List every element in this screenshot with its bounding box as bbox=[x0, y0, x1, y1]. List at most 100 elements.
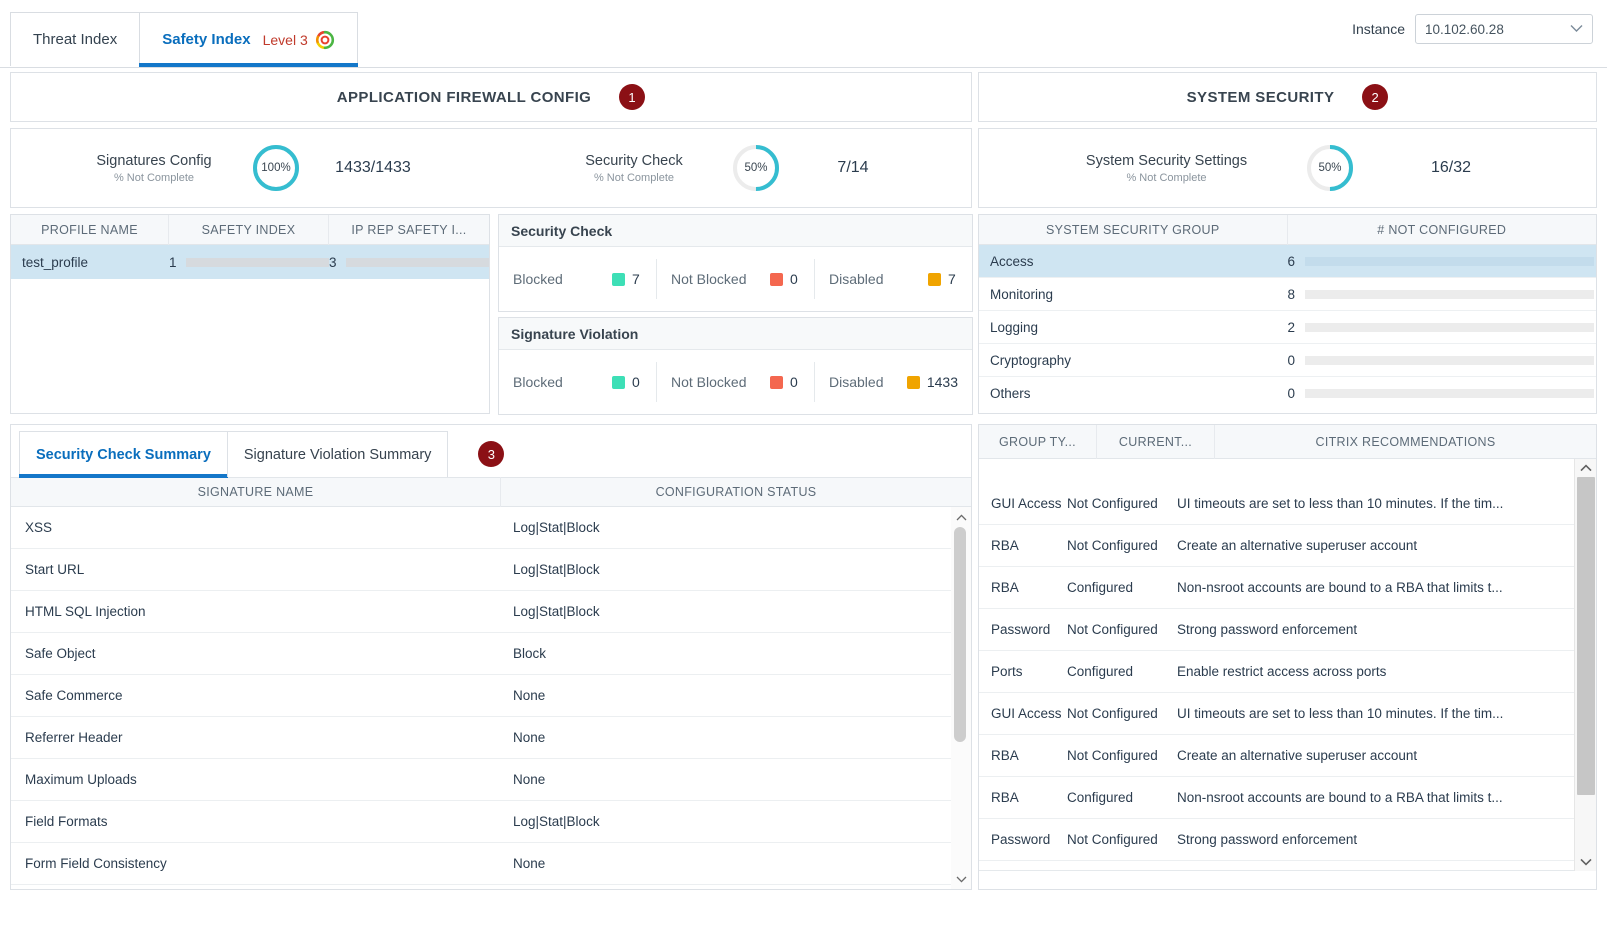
table-row[interactable]: RBA Not Configured Create an alternative… bbox=[979, 525, 1574, 567]
table-row[interactable]: Password Not Configured Strong password … bbox=[979, 609, 1574, 651]
table-row[interactable]: Safe Object Block bbox=[11, 633, 971, 675]
scroll-up-arrow-icon[interactable] bbox=[1575, 459, 1597, 477]
rec-group-type: GUI Access bbox=[979, 496, 1067, 511]
ssg-row-bar bbox=[1305, 356, 1595, 365]
disabled-color-swatch-icon bbox=[907, 376, 920, 389]
signature-violation-disabled-value-group: 1433 bbox=[907, 374, 958, 390]
table-row[interactable]: Cryptography 0 bbox=[979, 344, 1596, 377]
signature-name: Field Formats bbox=[11, 814, 501, 829]
recommendations-scroll-track[interactable] bbox=[1575, 477, 1597, 853]
table-row[interactable]: RBA Not Configured Create an alternative… bbox=[979, 735, 1574, 777]
signature-table-scrollbar[interactable] bbox=[951, 507, 971, 889]
citrix-recommendations-panel: GROUP TY... CURRENT... CITRIX RECOMMENDA… bbox=[978, 424, 1597, 890]
signature-col-config-status[interactable]: CONFIGURATION STATUS bbox=[501, 477, 971, 507]
signature-table-body: XSS Log|Stat|Block Start URL Log|Stat|Bl… bbox=[11, 507, 971, 889]
rec-group-type: RBA bbox=[979, 580, 1067, 595]
signature-table-header: SIGNATURE NAME CONFIGURATION STATUS bbox=[11, 477, 971, 507]
table-row[interactable]: RBA Configured Non-nsroot accounts are b… bbox=[979, 777, 1574, 819]
profile-table: PROFILE NAME SAFETY INDEX IP REP SAFETY … bbox=[10, 214, 490, 414]
kpi-signatures-config-pct: 100% bbox=[250, 142, 302, 194]
table-row[interactable]: RBA Configured Non-nsroot accounts are b… bbox=[979, 567, 1574, 609]
rec-col-group-type[interactable]: GROUP TY... bbox=[979, 425, 1097, 459]
application-firewall-kpi-row: Signatures Config % Not Complete 100% 14… bbox=[10, 128, 972, 208]
table-row[interactable]: Others 0 bbox=[979, 377, 1596, 410]
scroll-down-arrow-icon[interactable] bbox=[1575, 853, 1597, 871]
rec-current-status: Not Configured bbox=[1067, 496, 1177, 511]
table-row[interactable]: Maximum Uploads None bbox=[11, 759, 971, 801]
signature-violation-not-blocked: Not Blocked 0 bbox=[657, 362, 815, 402]
table-row[interactable]: GUI Access Not Configured UI timeouts ar… bbox=[979, 483, 1574, 525]
table-row[interactable]: Logging 2 bbox=[979, 311, 1596, 344]
tab-threat-index[interactable]: Threat Index bbox=[10, 12, 140, 66]
table-row[interactable]: Access 6 bbox=[979, 245, 1596, 278]
kpi-security-check-name: Security Check bbox=[554, 153, 714, 169]
system-security-panel-header: SYSTEM SECURITY 2 bbox=[978, 72, 1597, 122]
instance-selector-group: Instance 10.102.60.28 bbox=[1352, 14, 1593, 44]
security-check-disabled-label: Disabled bbox=[829, 271, 883, 287]
signature-violation-not-blocked-label: Not Blocked bbox=[671, 374, 746, 390]
rec-recommendation: UI timeouts are set to less than 10 minu… bbox=[1177, 706, 1574, 721]
table-row[interactable]: Referrer Header None bbox=[11, 717, 971, 759]
signature-scroll-thumb[interactable] bbox=[954, 527, 966, 742]
panel-badge-3: 3 bbox=[478, 441, 504, 467]
profile-col-ip-rep-safety-index[interactable]: IP REP SAFETY I... bbox=[329, 215, 489, 245]
kpi-system-security-settings-fraction: 16/32 bbox=[1396, 159, 1506, 177]
signature-col-name[interactable]: SIGNATURE NAME bbox=[11, 477, 501, 507]
signature-scroll-track[interactable] bbox=[951, 527, 971, 869]
signature-config-status: Block bbox=[501, 646, 971, 661]
scroll-up-arrow-icon[interactable] bbox=[951, 507, 971, 527]
profile-table-header: PROFILE NAME SAFETY INDEX IP REP SAFETY … bbox=[11, 215, 489, 245]
tab-security-check-summary-label: Security Check Summary bbox=[36, 447, 211, 463]
ssg-row-bar bbox=[1305, 389, 1595, 398]
not-blocked-color-swatch-icon bbox=[770, 273, 783, 286]
rec-current-status: Configured bbox=[1067, 580, 1177, 595]
ssg-row-count: 2 bbox=[1288, 320, 1301, 335]
security-check-not-blocked-value: 0 bbox=[790, 271, 800, 287]
profile-col-safety-index[interactable]: SAFETY INDEX bbox=[169, 215, 329, 245]
recommendations-scrollbar[interactable] bbox=[1574, 459, 1596, 871]
tab-signature-violation-summary[interactable]: Signature Violation Summary bbox=[227, 431, 449, 477]
recommendations-table-header: GROUP TY... CURRENT... CITRIX RECOMMENDA… bbox=[979, 425, 1596, 459]
signature-name: HTML SQL Injection bbox=[11, 604, 501, 619]
security-check-blocked-value: 7 bbox=[632, 271, 642, 287]
rec-col-current-status[interactable]: CURRENT... bbox=[1097, 425, 1215, 459]
security-check-blocked-value-group: 7 bbox=[612, 271, 642, 287]
chevron-down-icon bbox=[1570, 22, 1583, 36]
kpi-signatures-config-fraction: 1433/1433 bbox=[318, 159, 428, 177]
signature-name: Safe Object bbox=[11, 646, 501, 661]
tab-security-check-summary[interactable]: Security Check Summary bbox=[19, 431, 228, 477]
rec-col-citrix-recommendations[interactable]: CITRIX RECOMMENDATIONS bbox=[1215, 425, 1596, 459]
table-row[interactable]: Safe Commerce None bbox=[11, 675, 971, 717]
security-check-box-body: Blocked 7 Not Blocked 0 Disabled 7 bbox=[499, 247, 972, 311]
ssg-col-not-configured[interactable]: # NOT CONFIGURED bbox=[1288, 215, 1597, 245]
safety-index-dashboard: Threat Index Safety Index Level 3 Instan… bbox=[0, 0, 1607, 925]
ssg-col-group[interactable]: SYSTEM SECURITY GROUP bbox=[979, 215, 1288, 245]
table-row[interactable]: test_profile 1 3 bbox=[11, 245, 489, 279]
table-row[interactable]: HTML SQL Injection Log|Stat|Block bbox=[11, 591, 971, 633]
table-row[interactable]: GUI Access Not Configured UI timeouts ar… bbox=[979, 693, 1574, 735]
profile-col-name[interactable]: PROFILE NAME bbox=[11, 215, 169, 245]
table-row[interactable]: Monitoring 8 bbox=[979, 278, 1596, 311]
table-row[interactable]: Form Field Consistency None bbox=[11, 843, 971, 885]
table-row[interactable]: Password Not Configured Strong password … bbox=[979, 819, 1574, 861]
rec-recommendation: Create an alternative superuser account bbox=[1177, 748, 1574, 763]
rec-recommendation: Enable restrict access across ports bbox=[1177, 664, 1574, 679]
table-row[interactable]: Start URL Log|Stat|Block bbox=[11, 549, 971, 591]
kpi-security-check-pct: 50% bbox=[730, 142, 782, 194]
table-row[interactable]: Ports Configured Enable restrict access … bbox=[979, 651, 1574, 693]
table-row[interactable]: XSS Log|Stat|Block bbox=[11, 507, 971, 549]
tab-safety-index-label: Safety Index bbox=[162, 31, 250, 48]
tab-safety-index[interactable]: Safety Index Level 3 bbox=[139, 12, 358, 66]
recommendations-scroll-thumb[interactable] bbox=[1577, 477, 1595, 795]
system-security-title-row: SYSTEM SECURITY 2 bbox=[979, 73, 1596, 121]
rec-recommendation: Strong password enforcement bbox=[1177, 832, 1574, 847]
signature-config-status: None bbox=[501, 772, 971, 787]
instance-select[interactable]: 10.102.60.28 bbox=[1415, 14, 1593, 44]
scroll-down-arrow-icon[interactable] bbox=[951, 869, 971, 889]
rec-current-status: Not Configured bbox=[1067, 622, 1177, 637]
rec-current-status: Configured bbox=[1067, 790, 1177, 805]
table-row[interactable]: Field Formats Log|Stat|Block bbox=[11, 801, 971, 843]
security-check-not-blocked-label: Not Blocked bbox=[671, 271, 746, 287]
ssg-row-count-group: 6 bbox=[1288, 254, 1597, 269]
ssg-row-name: Cryptography bbox=[979, 353, 1288, 368]
